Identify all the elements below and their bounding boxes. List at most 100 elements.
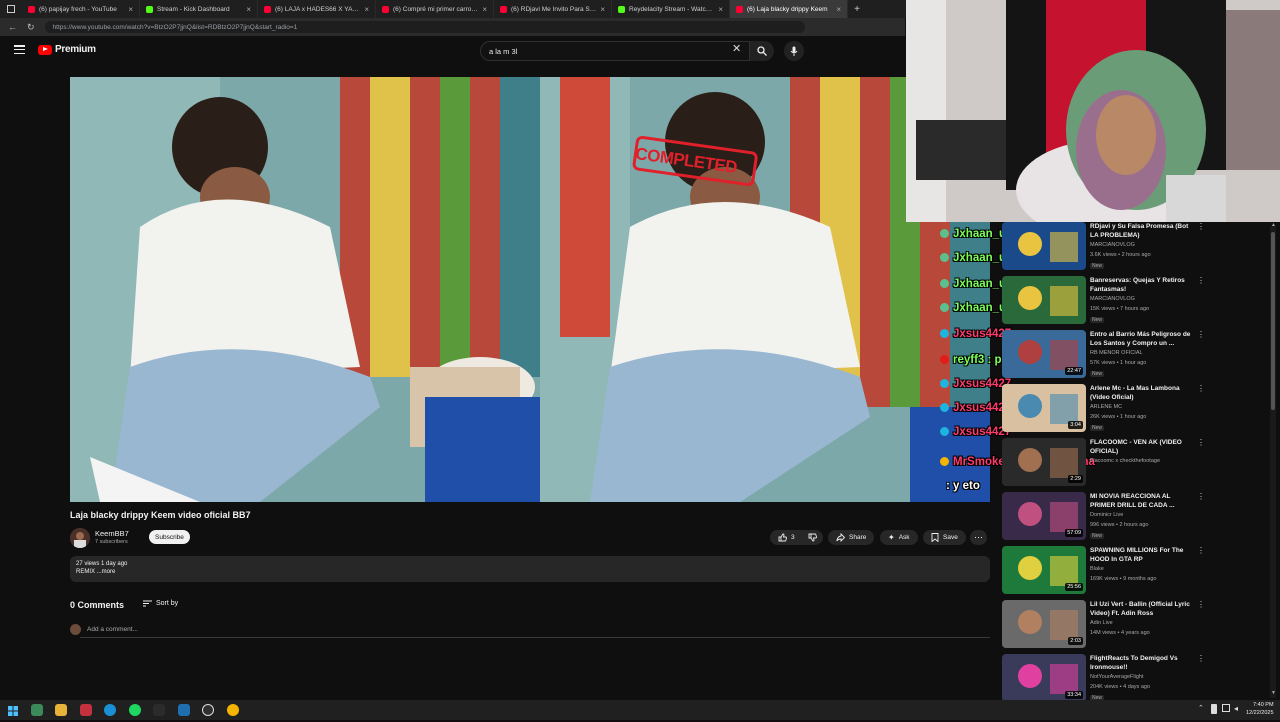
search-button[interactable] (750, 41, 774, 61)
video-thumbnail[interactable]: 33:34 (1002, 654, 1086, 702)
recommendation-title[interactable]: FlightReacts To Demigod Vs Ironmouse!! (1090, 654, 1194, 672)
recommendation-title[interactable]: RDjavi y Su Falsa Promesa (Bot LA PROBLE… (1090, 222, 1194, 240)
recommendation-title[interactable]: Lil Uzi Vert - Ballin (Official Lyric Vi… (1090, 600, 1194, 618)
save-button[interactable]: Save (923, 530, 966, 545)
more-options-icon[interactable]: ⋮ (1197, 222, 1205, 231)
tab-menu-icon[interactable] (0, 0, 22, 18)
back-icon[interactable]: ← (8, 22, 17, 32)
recommendation-channel[interactable]: Blake (1090, 566, 1104, 572)
channel-avatar[interactable] (70, 528, 90, 548)
recommendation-item[interactable]: RDjavi y Su Falsa Promesa (Bot LA PROBLE… (1002, 222, 1205, 274)
spotify-icon[interactable] (129, 704, 141, 716)
app-icon[interactable] (31, 704, 43, 716)
add-comment-field[interactable]: Add a comment... (70, 624, 138, 635)
video-thumbnail[interactable]: 3:04 (1002, 384, 1086, 432)
menu-icon[interactable] (14, 45, 25, 55)
recommendation-channel[interactable]: Dominicr Live (1090, 512, 1123, 518)
video-thumbnail[interactable] (1002, 276, 1086, 324)
video-thumbnail[interactable] (1002, 222, 1086, 270)
recommendation-item[interactable]: 33:34 FlightReacts To Demigod Vs Ironmous… (1002, 654, 1205, 706)
more-options-icon[interactable]: ⋮ (1197, 654, 1205, 663)
recommendation-channel[interactable]: MARCIANOVLOG (1090, 296, 1135, 302)
more-options-icon[interactable]: ⋮ (1197, 438, 1205, 447)
browser-tab[interactable]: Stream - Kick Dashboard × (140, 0, 258, 18)
recommendation-title[interactable]: MI NOVIA REACCIONA AL PRIMER DRILL DE CA… (1090, 492, 1194, 510)
close-tab-icon[interactable]: × (718, 5, 723, 14)
browser-tab[interactable]: (6) LAJA x HADES66 X YAMA - Cl× (258, 0, 376, 18)
video-thumbnail[interactable]: 57:09 (1002, 492, 1086, 540)
more-options-icon[interactable]: ⋮ (1197, 276, 1205, 285)
search-input[interactable]: a la m 3l (480, 41, 750, 61)
browser-tab[interactable]: Reydelacity Stream - Watch Live × (612, 0, 730, 18)
close-tab-icon[interactable]: × (246, 5, 251, 14)
recommendation-channel[interactable]: RB MENOR OFICIAL (1090, 350, 1143, 356)
more-options-icon[interactable]: ⋮ (1197, 330, 1205, 339)
close-tab-icon[interactable]: × (128, 5, 133, 14)
app-icon-red[interactable] (80, 704, 92, 716)
tray-chevron-icon[interactable]: ⌃ (1198, 704, 1204, 712)
recommendation-item[interactable]: Banreservas: Quejas Y Retiros Fantasmas!… (1002, 276, 1205, 328)
sort-by-button[interactable]: Sort by (143, 600, 178, 607)
network-icon[interactable] (1222, 704, 1230, 712)
voice-search-button[interactable] (784, 41, 804, 61)
recommendation-item[interactable]: 2:29 FLACOOMC - VEN AK (VIDEO OFICIAL) Fla… (1002, 438, 1205, 490)
more-options-icon[interactable]: ⋮ (1197, 492, 1205, 501)
recommendation-channel[interactable]: Adin Live (1090, 620, 1113, 626)
recommendation-item[interactable]: 2:03 Lil Uzi Vert - Ballin (Official Lyri… (1002, 600, 1205, 652)
scroll-up-icon[interactable]: ▲ (1271, 222, 1276, 228)
battery-icon[interactable] (1211, 704, 1217, 714)
recommendation-title[interactable]: Entro al Barrio Más Peligroso de Los San… (1090, 330, 1194, 348)
close-tab-icon[interactable]: × (836, 5, 841, 14)
browser-tab[interactable]: (6) Compré mi primer carro en Ri × (376, 0, 494, 18)
recommendation-title[interactable]: Arlene Mc - La Mas Lambona (Video Oficia… (1090, 384, 1194, 402)
browser-tab[interactable]: (6) papijay frech - YouTube × (22, 0, 140, 18)
recommendation-title[interactable]: FLACOOMC - VEN AK (VIDEO OFICIAL) (1090, 438, 1194, 456)
browser-tab[interactable]: (6) Laja blacky drippy Keem × (730, 0, 848, 18)
volume-icon[interactable]: ◂ (1234, 704, 1238, 713)
scrollbar-thumb[interactable] (1271, 232, 1275, 410)
more-options-icon[interactable]: ⋮ (1197, 600, 1205, 609)
recommendation-title[interactable]: Banreservas: Quejas Y Retiros Fantasmas! (1090, 276, 1194, 294)
description-box[interactable]: 27 views 1 day ago REMIX ...more (70, 556, 990, 582)
video-thumbnail[interactable]: 25:56 (1002, 546, 1086, 594)
file-explorer-icon[interactable] (55, 704, 67, 716)
video-thumbnail[interactable]: 22:47 (1002, 330, 1086, 378)
recommendation-item[interactable]: 57:09 MI NOVIA REACCIONA AL PRIMER DRILL … (1002, 492, 1205, 544)
edge-browser-icon[interactable] (104, 704, 116, 716)
recommendation-item[interactable]: 22:47 Entro al Barrio Más Peligroso de Lo… (1002, 330, 1205, 382)
more-options-icon[interactable]: ⋮ (1197, 546, 1205, 555)
share-button[interactable]: Share (828, 530, 875, 545)
recommendation-channel[interactable]: Flacoomc x checkthefootage (1090, 458, 1160, 464)
reload-icon[interactable]: ↻ (27, 22, 35, 33)
obs-icon[interactable] (202, 704, 214, 716)
more-actions-button[interactable]: ⋯ (970, 530, 987, 545)
chrome-icon[interactable] (227, 704, 239, 716)
youtube-logo[interactable]: Premium (38, 44, 96, 55)
browser-tab[interactable]: (6) RDjavi Me Invito Para Su Univ × (494, 0, 612, 18)
steam-icon[interactable] (178, 704, 190, 716)
clear-search-icon[interactable]: ✕ (732, 42, 741, 55)
recommendation-title[interactable]: SPAWNING MILLIONS For The HOOD In GTA RP (1090, 546, 1194, 564)
recommendation-channel[interactable]: NotYourAverageFlight (1090, 674, 1144, 680)
recommendation-channel[interactable]: ARLENE MC (1090, 404, 1122, 410)
channel-name[interactable]: KeemBB7 (95, 529, 129, 538)
recommendation-channel[interactable]: MARCIANOVLOG (1090, 242, 1135, 248)
video-thumbnail[interactable]: 2:29 (1002, 438, 1086, 486)
dislike-button[interactable] (802, 530, 823, 545)
more-options-icon[interactable]: ⋮ (1197, 384, 1205, 393)
subscribe-button[interactable]: Subscribe (149, 530, 190, 544)
new-tab-icon[interactable]: + (848, 4, 866, 15)
system-clock[interactable]: 7:40 PM 12/22/2025 (1246, 701, 1274, 717)
ask-button[interactable]: ✦ Ask (880, 530, 918, 545)
recommendation-item[interactable]: 3:04 Arlene Mc - La Mas Lambona (Video Of… (1002, 384, 1205, 436)
video-player[interactable]: COMPLETED (70, 77, 990, 502)
url-field[interactable]: https://www.youtube.com/watch?v=BtzO2P7j… (44, 21, 805, 33)
windows-start-icon[interactable] (7, 704, 19, 716)
close-tab-icon[interactable]: × (364, 5, 369, 14)
scroll-down-icon[interactable]: ▼ (1271, 690, 1276, 696)
recommendation-item[interactable]: 25:56 SPAWNING MILLIONS For The HOOD In G… (1002, 546, 1205, 598)
close-tab-icon[interactable]: × (600, 5, 605, 14)
pen-tool-icon[interactable] (153, 704, 165, 716)
video-thumbnail[interactable]: 2:03 (1002, 600, 1086, 648)
close-tab-icon[interactable]: × (482, 5, 487, 14)
